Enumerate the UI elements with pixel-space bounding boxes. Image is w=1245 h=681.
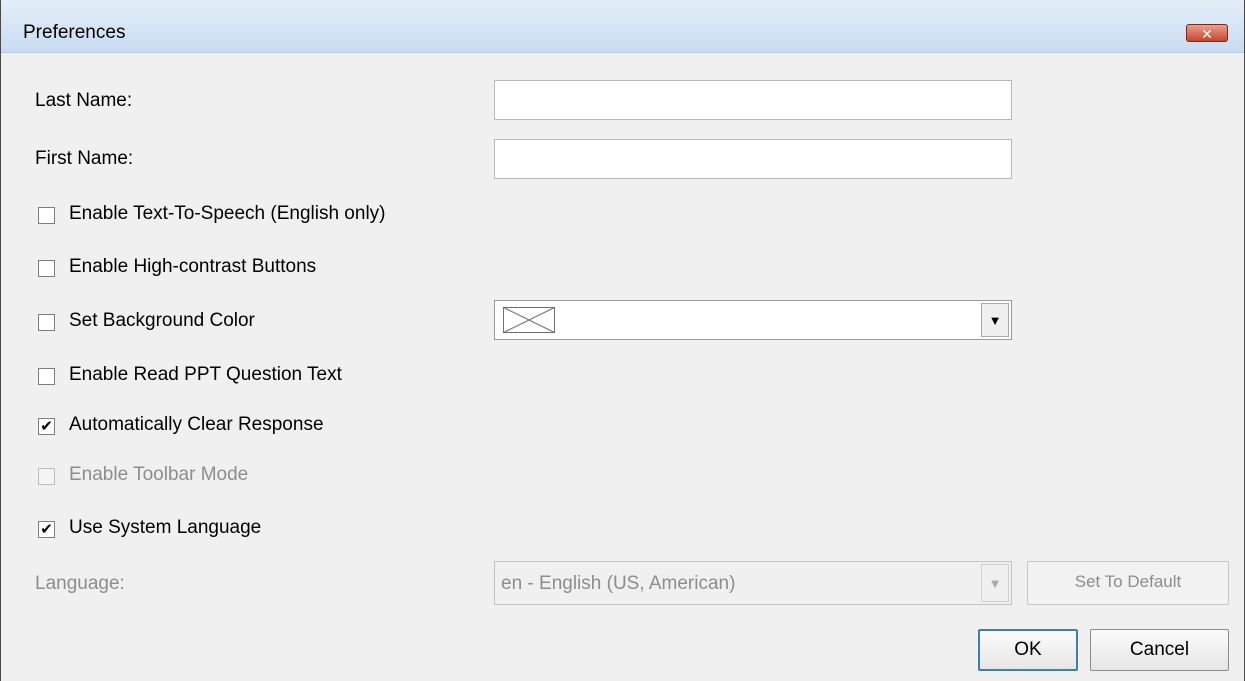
system-language-label[interactable]: Use System Language	[69, 517, 261, 539]
auto-clear-checkbox[interactable]: ✔	[38, 418, 55, 435]
title-bar[interactable]: Preferences ✕	[1, 0, 1244, 53]
last-name-input[interactable]	[494, 80, 1012, 120]
background-color-label[interactable]: Set Background Color	[69, 310, 255, 332]
background-color-checkbox[interactable]	[38, 314, 55, 331]
chevron-down-icon: ▼	[981, 564, 1009, 602]
read-ppt-checkbox[interactable]	[38, 368, 55, 385]
text-to-speech-label[interactable]: Enable Text-To-Speech (English only)	[69, 203, 386, 225]
high-contrast-checkbox[interactable]	[38, 260, 55, 277]
close-button[interactable]: ✕	[1186, 24, 1228, 42]
chevron-down-icon[interactable]: ▼	[981, 303, 1009, 337]
window-title: Preferences	[23, 22, 126, 43]
first-name-label: First Name:	[35, 148, 134, 169]
toolbar-mode-checkbox	[38, 468, 55, 485]
set-to-default-button: Set To Default	[1027, 561, 1229, 605]
high-contrast-label[interactable]: Enable High-contrast Buttons	[69, 256, 316, 278]
ok-button[interactable]: OK	[978, 629, 1078, 671]
auto-clear-label[interactable]: Automatically Clear Response	[69, 414, 324, 436]
last-name-label: Last Name:	[35, 90, 133, 111]
background-color-select[interactable]: ▼	[494, 300, 1012, 340]
first-name-input[interactable]	[494, 139, 1012, 179]
preferences-dialog: Preferences ✕ Last Name: First Name: Ena…	[0, 0, 1245, 681]
empty-swatch-icon	[503, 307, 555, 333]
text-to-speech-checkbox[interactable]	[38, 207, 55, 224]
language-selected-value: en - English (US, American)	[501, 573, 736, 594]
toolbar-mode-label: Enable Toolbar Mode	[69, 464, 249, 485]
close-icon: ✕	[1201, 26, 1213, 42]
cancel-button[interactable]: Cancel	[1090, 629, 1229, 671]
language-label: Language:	[35, 573, 125, 594]
system-language-checkbox[interactable]: ✔	[38, 521, 55, 538]
language-select: en - English (US, American) ▼	[494, 561, 1012, 605]
read-ppt-label[interactable]: Enable Read PPT Question Text	[69, 364, 342, 386]
